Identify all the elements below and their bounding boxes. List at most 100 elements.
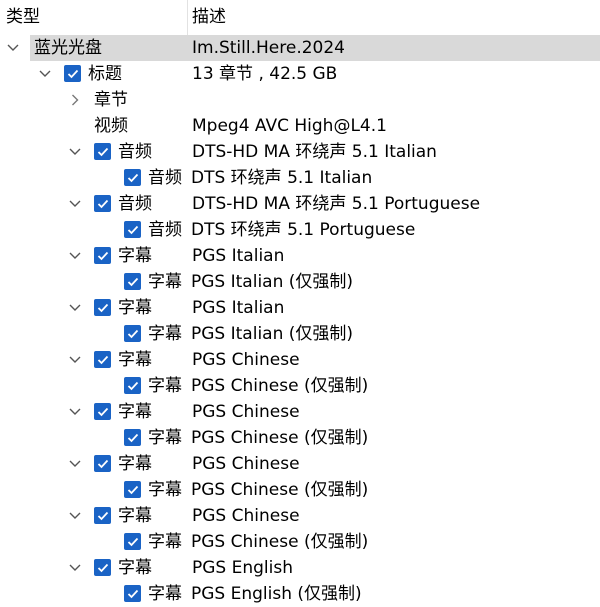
chevron-down-icon[interactable]	[68, 399, 82, 425]
tree-row-description: DTS 环绕声 5.1 Italian	[191, 168, 373, 188]
tree-row-type: 字幕	[118, 350, 152, 370]
chevron-down-icon[interactable]	[6, 35, 20, 61]
column-divider[interactable]	[187, 0, 188, 35]
checkbox[interactable]	[64, 65, 81, 82]
tree-row-description: PGS Chinese (仅强制)	[191, 376, 369, 396]
checkbox[interactable]	[94, 351, 111, 368]
chevron-down-icon[interactable]	[68, 295, 82, 321]
checkbox[interactable]	[124, 533, 141, 550]
chevron-down-icon[interactable]	[68, 451, 82, 477]
tree-row-type: 字幕	[118, 558, 152, 578]
tree-row[interactable]: 字幕 PGS Italian	[0, 295, 600, 321]
tree-row-description: PGS Chinese	[192, 402, 300, 422]
tree-row-type: 字幕	[118, 298, 152, 318]
tree-row-description: PGS Chinese	[192, 454, 300, 474]
checkbox[interactable]	[124, 481, 141, 498]
tree-row-type: 字幕	[148, 480, 182, 500]
tree-row-description: DTS-HD MA 环绕声 5.1 Portuguese	[192, 194, 481, 214]
tree-row-type: 字幕	[118, 454, 152, 474]
tree-row[interactable]: 字幕 PGS Chinese	[0, 347, 600, 373]
chevron-down-icon[interactable]	[68, 139, 82, 165]
checkbox[interactable]	[94, 247, 111, 264]
tree-row-description: PGS Chinese (仅强制)	[191, 532, 369, 552]
tree-row-description: PGS English (仅强制)	[191, 584, 362, 604]
tree-row-description: PGS Chinese (仅强制)	[191, 428, 369, 448]
tree-row-type: 音频	[148, 168, 182, 188]
checkbox[interactable]	[124, 429, 141, 446]
checkbox[interactable]	[124, 585, 141, 602]
tree-row-description: PGS Chinese (仅强制)	[191, 480, 369, 500]
chevron-right-icon[interactable]	[68, 87, 82, 113]
checkbox[interactable]	[124, 377, 141, 394]
tree-row-type: 字幕	[118, 402, 152, 422]
tree-row[interactable]: 标题 13 章节 , 42.5 GB	[0, 61, 600, 87]
tree-row[interactable]: 音频 DTS-HD MA 环绕声 5.1 Portuguese	[0, 191, 600, 217]
tree-row-type: 字幕	[148, 532, 182, 552]
tree-row[interactable]: 字幕 PGS Italian (仅强制)	[0, 321, 600, 347]
tree-row-description: PGS Italian	[192, 246, 285, 266]
tree-row-type: 字幕	[118, 506, 152, 526]
checkbox[interactable]	[124, 273, 141, 290]
tree-row-description: Im.Still.Here.2024	[192, 38, 345, 58]
tree-row-description: PGS English	[192, 558, 294, 578]
checkbox[interactable]	[94, 559, 111, 576]
tree-row[interactable]: 字幕 PGS English	[0, 555, 600, 581]
chevron-down-icon[interactable]	[68, 347, 82, 373]
tree-row[interactable]: 字幕 PGS Chinese (仅强制)	[0, 425, 600, 451]
tree-row-description: PGS Chinese	[192, 506, 300, 526]
column-header-type[interactable]: 类型	[6, 0, 40, 35]
chevron-down-icon[interactable]	[68, 555, 82, 581]
tree-row-type: 标题	[88, 64, 122, 84]
chevron-down-icon[interactable]	[68, 503, 82, 529]
tree-row-type: 音频	[118, 194, 152, 214]
tree-row-type: 视频	[94, 116, 128, 136]
checkbox[interactable]	[94, 143, 111, 160]
tree-row-description: DTS 环绕声 5.1 Portuguese	[191, 220, 416, 240]
tree-row-type: 字幕	[148, 584, 182, 604]
tree-row[interactable]: 字幕 PGS English (仅强制)	[0, 581, 600, 607]
checkbox[interactable]	[94, 195, 111, 212]
column-header-description[interactable]: 描述	[192, 0, 226, 35]
tree-row-type: 字幕	[148, 376, 182, 396]
tree-row-description: PGS Chinese	[192, 350, 300, 370]
tree-row[interactable]: 音频 DTS-HD MA 环绕声 5.1 Italian	[0, 139, 600, 165]
tree-row[interactable]: 字幕 PGS Chinese (仅强制)	[0, 529, 600, 555]
tree-row-description: PGS Italian (仅强制)	[191, 272, 354, 292]
tree-row-description: PGS Italian	[192, 298, 285, 318]
tree-row-description: PGS Italian (仅强制)	[191, 324, 354, 344]
tree-row[interactable]: 字幕 PGS Italian (仅强制)	[0, 269, 600, 295]
chevron-down-icon[interactable]	[38, 61, 52, 87]
checkbox[interactable]	[124, 325, 141, 342]
tree-row-description: DTS-HD MA 环绕声 5.1 Italian	[192, 142, 437, 162]
tree-row[interactable]: 字幕 PGS Chinese (仅强制)	[0, 477, 600, 503]
tree-row-description: Mpeg4 AVC High@L4.1	[192, 116, 387, 136]
checkbox[interactable]	[94, 455, 111, 472]
tree-row[interactable]: 字幕 PGS Chinese	[0, 451, 600, 477]
checkbox[interactable]	[94, 507, 111, 524]
checkbox[interactable]	[94, 299, 111, 316]
tree-row-type: 蓝光光盘	[34, 38, 102, 58]
checkbox[interactable]	[124, 169, 141, 186]
tree-row[interactable]: 字幕 PGS Chinese	[0, 503, 600, 529]
chevron-down-icon[interactable]	[68, 191, 82, 217]
chevron-down-icon[interactable]	[68, 243, 82, 269]
tree-row-description: 13 章节 , 42.5 GB	[192, 64, 338, 84]
tree-row-type: 章节	[94, 90, 128, 110]
tree-row[interactable]: 音频 DTS 环绕声 5.1 Italian	[0, 165, 600, 191]
tree-row-type: 音频	[148, 220, 182, 240]
tree-row[interactable]: 音频 DTS 环绕声 5.1 Portuguese	[0, 217, 600, 243]
tree-row[interactable]: 字幕 PGS Italian	[0, 243, 600, 269]
checkbox[interactable]	[124, 221, 141, 238]
tree-header: 类型 描述	[0, 0, 600, 35]
tree-row-type: 字幕	[148, 272, 182, 292]
tree-row-disc[interactable]: 蓝光光盘 Im.Still.Here.2024	[7, 35, 600, 61]
tree-row-type: 字幕	[118, 246, 152, 266]
tree-row[interactable]: 章节	[0, 87, 600, 113]
tree-row-type: 字幕	[148, 324, 182, 344]
tree-row-type: 字幕	[148, 428, 182, 448]
tree-row[interactable]: 字幕 PGS Chinese	[0, 399, 600, 425]
tree-row-type: 音频	[118, 142, 152, 162]
tree-row[interactable]: 视频 Mpeg4 AVC High@L4.1	[0, 113, 600, 139]
checkbox[interactable]	[94, 403, 111, 420]
tree-row[interactable]: 字幕 PGS Chinese (仅强制)	[0, 373, 600, 399]
